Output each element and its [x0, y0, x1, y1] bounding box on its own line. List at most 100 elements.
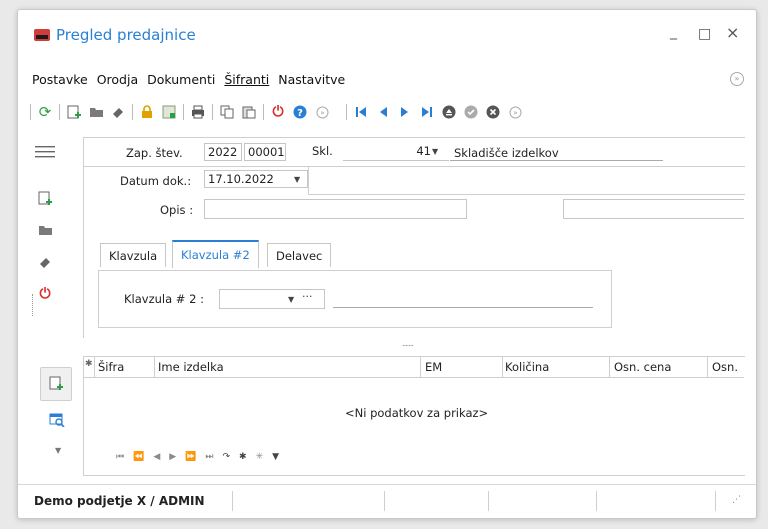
- svg-text:?: ?: [297, 108, 303, 119]
- title-bar: Pregled predajnice: [34, 26, 196, 44]
- more-circle-icon[interactable]: »: [507, 104, 523, 120]
- new-document-icon[interactable]: [66, 104, 82, 120]
- print-icon[interactable]: [190, 104, 206, 120]
- svg-text:»: »: [320, 109, 324, 117]
- nav-insert-icon[interactable]: ✱: [239, 452, 247, 462]
- toolbar: ⟳ ⏻ ? » »: [30, 102, 529, 122]
- nav-filter-icon[interactable]: ▼: [272, 452, 279, 462]
- menu-bar: Postavke Orodja Dokumenti Šifranti Nasta…: [32, 72, 345, 87]
- power-icon[interactable]: ⏻: [34, 285, 56, 303]
- nav-delete-icon[interactable]: ✳: [256, 452, 264, 462]
- column-divider: [502, 357, 503, 377]
- nav-prev-page-icon[interactable]: ⏪: [133, 452, 144, 462]
- datum-field[interactable]: 17.10.2022: [204, 170, 308, 188]
- grid-add-button[interactable]: [40, 367, 72, 401]
- prev-record-icon[interactable]: [375, 104, 391, 120]
- toolbar-divider: [346, 104, 347, 120]
- status-divider: [384, 491, 385, 511]
- zap-number-field[interactable]: 00001: [244, 143, 286, 161]
- toolbar-divider: [263, 104, 264, 120]
- column-divider: [420, 357, 421, 377]
- nav-next-page-icon[interactable]: ⏩: [185, 452, 196, 462]
- next-record-icon[interactable]: [397, 104, 413, 120]
- column-ime-izdelka[interactable]: Ime izdelka: [158, 360, 224, 374]
- opis-field[interactable]: [204, 199, 467, 219]
- column-divider: [609, 357, 610, 377]
- opis-label: Opis :: [160, 203, 194, 217]
- chevron-down-icon[interactable]: ▼: [294, 175, 300, 184]
- opis-extra-field[interactable]: [563, 199, 744, 219]
- chevron-down-icon[interactable]: ▼: [288, 295, 294, 304]
- chevron-down-icon[interactable]: ▼: [55, 446, 61, 455]
- tab-klavzula-2[interactable]: Klavzula #2: [172, 240, 259, 268]
- skl-label: Skl.: [312, 144, 333, 158]
- menu-orodja[interactable]: Orodja: [97, 72, 138, 87]
- grid-navigator: ⏮ ⏪ ◀ ▶ ⏩ ⏭ ↷ ✱ ✳ ▼: [116, 452, 279, 462]
- confirm-icon[interactable]: [463, 104, 479, 120]
- column-sifra[interactable]: Šifra: [98, 360, 124, 374]
- toolbar-divider: [59, 104, 60, 120]
- menu-dokumenti[interactable]: Dokumenti: [147, 72, 215, 87]
- menu-sifranti[interactable]: Šifranti: [224, 72, 269, 87]
- window-title: Pregled predajnice: [56, 26, 196, 44]
- lock-icon[interactable]: [139, 104, 155, 120]
- ellipsis-button[interactable]: ···: [302, 290, 313, 303]
- menu-postavke[interactable]: Postavke: [32, 72, 88, 87]
- column-kolicina[interactable]: Količina: [505, 360, 549, 374]
- column-em[interactable]: EM: [425, 360, 442, 374]
- chevron-down-icon[interactable]: ▼: [432, 147, 438, 156]
- tab-delavec[interactable]: Delavec: [267, 243, 332, 267]
- cancel-icon[interactable]: [485, 104, 501, 120]
- status-bar: Demo podjetje X / ADMIN ⋰: [18, 484, 756, 518]
- zap-year-field[interactable]: 2022: [204, 143, 242, 161]
- splitter-handle[interactable]: .......: [402, 339, 414, 348]
- eject-icon[interactable]: [441, 104, 457, 120]
- expand-circle-icon[interactable]: »: [730, 72, 744, 86]
- nav-separator: [32, 294, 34, 316]
- resize-grip-icon[interactable]: ⋰: [732, 495, 741, 505]
- nav-next-icon[interactable]: ▶: [169, 452, 176, 462]
- toolbar-divider: [132, 104, 133, 120]
- power-icon[interactable]: ⏻: [270, 104, 286, 120]
- more-circle-icon[interactable]: »: [314, 104, 330, 120]
- toolbar-divider: [183, 104, 184, 120]
- table-search-icon[interactable]: [49, 413, 65, 427]
- menu-nastavitve[interactable]: Nastavitve: [278, 72, 345, 87]
- grid-empty-message: <Ni podatkov za prikaz>: [345, 406, 489, 420]
- nav-prev-icon[interactable]: ◀: [153, 452, 160, 462]
- datum-label: Datum dok.:: [120, 174, 192, 188]
- open-folder-icon[interactable]: [34, 221, 56, 239]
- column-divider: [154, 357, 155, 377]
- status-company-user: Demo podjetje X / ADMIN: [34, 494, 205, 508]
- maximize-button[interactable]: □: [698, 26, 711, 42]
- toolbar-divider: [212, 104, 213, 120]
- first-record-icon[interactable]: [353, 104, 369, 120]
- eraser-icon[interactable]: [34, 253, 56, 271]
- new-document-icon[interactable]: [34, 189, 56, 207]
- nav-first-icon[interactable]: ⏮: [116, 452, 124, 462]
- skl-name: Skladišče izdelkov: [454, 146, 559, 160]
- status-divider: [596, 491, 597, 511]
- open-folder-icon[interactable]: [88, 104, 104, 120]
- main-window: Pregled predajnice _ □ × Postavke Orodja…: [17, 9, 757, 519]
- grid-calc-icon[interactable]: [161, 104, 177, 120]
- close-button[interactable]: ×: [726, 23, 739, 42]
- klavzula-2-text-line[interactable]: [333, 307, 593, 308]
- column-osn[interactable]: Osn.: [712, 360, 738, 374]
- nav-refresh-icon[interactable]: ↷: [223, 452, 231, 462]
- column-osn-cena[interactable]: Osn. cena: [614, 360, 671, 374]
- last-record-icon[interactable]: [419, 104, 435, 120]
- help-icon[interactable]: ?: [292, 104, 308, 120]
- eraser-icon[interactable]: [110, 104, 126, 120]
- form-header-divider: [308, 166, 745, 195]
- hamburger-menu-icon[interactable]: [34, 143, 56, 161]
- skl-name-underline: [450, 160, 663, 161]
- tab-klavzula[interactable]: Klavzula: [100, 243, 167, 267]
- status-divider: [715, 491, 716, 511]
- minimize-button[interactable]: _: [670, 24, 677, 40]
- app-logo-icon: [34, 29, 50, 41]
- paste-icon[interactable]: [241, 104, 257, 120]
- nav-last-icon[interactable]: ⏭: [205, 452, 213, 462]
- refresh-icon[interactable]: ⟳: [37, 103, 53, 121]
- copy-icon[interactable]: [219, 104, 235, 120]
